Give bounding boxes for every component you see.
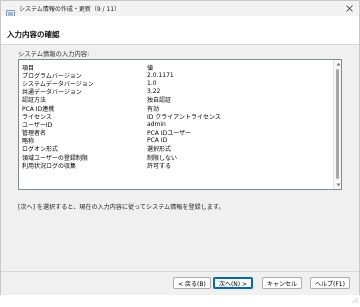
back-button[interactable]: < 戻る(B) xyxy=(173,277,211,289)
app-window-icon xyxy=(6,4,15,19)
section-label: システム情報の入力内容: xyxy=(18,51,90,58)
item-value: PCA IDユーザー xyxy=(147,130,192,138)
title-bar[interactable]: システム情報の作成・更新（9 / 11） xyxy=(1,1,359,19)
scroll-up-icon[interactable] xyxy=(334,60,341,68)
item-value: 2.0.1171 xyxy=(147,71,174,79)
next-button[interactable]: 次へ(N) > xyxy=(213,277,253,289)
list-rows: 項目 値 プログラムバージョン 2.0.1171 システムデータバージョン 1.… xyxy=(22,63,322,170)
list-item[interactable]: 利用状況ログの収集 許可する xyxy=(22,161,322,170)
instruction-text: [次へ] を選択すると、現在の入力内容に従ってシステム情報を登録します。 xyxy=(18,204,225,211)
setup-wizard-window: システム情報の作成・更新（9 / 11） 入力内容の確認 システム情報の入力内容… xyxy=(0,0,360,303)
scroll-thumb[interactable] xyxy=(336,69,339,179)
column-header-value: 値 xyxy=(147,64,154,72)
page-title: 入力内容の確認 xyxy=(7,30,60,39)
close-icon[interactable] xyxy=(344,3,355,14)
item-value: 3.22 xyxy=(147,88,161,96)
item-value: ID クライアントライセンス xyxy=(147,113,221,121)
item-label: 利用状況ログの収集 xyxy=(22,162,77,170)
wizard-footer: < 戻る(B) 次へ(N) > キャンセル ヘルプ(F1) xyxy=(1,272,359,303)
item-value: admin xyxy=(147,120,166,128)
list-scrollbar[interactable] xyxy=(333,60,341,189)
wizard-header: 入力内容の確認 xyxy=(1,16,359,44)
scroll-down-icon[interactable] xyxy=(334,181,341,189)
item-value: 1.0 xyxy=(147,79,157,87)
window-title: システム情報の作成・更新（9 / 11） xyxy=(19,6,121,13)
cancel-button[interactable]: キャンセル xyxy=(262,277,302,289)
help-button[interactable]: ヘルプ(F1) xyxy=(310,277,350,289)
item-value: 許可する xyxy=(147,162,172,170)
system-info-list[interactable]: 項目 値 プログラムバージョン 2.0.1171 システムデータバージョン 1.… xyxy=(18,59,342,190)
item-value: PCA ID xyxy=(147,137,168,145)
resize-grip-icon[interactable] xyxy=(352,288,358,303)
